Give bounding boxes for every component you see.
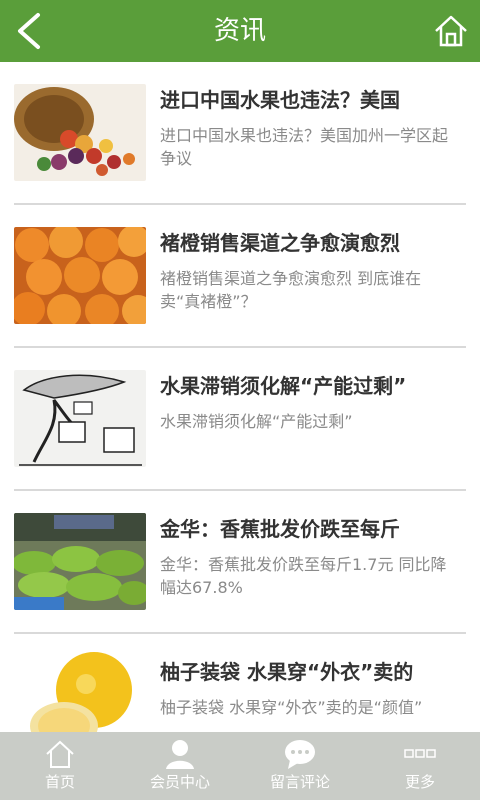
news-summary: 褚橙销售渠道之争愈演愈烈 到底谁在卖“真褚橙”？ [160,269,422,311]
news-title: 进口中国水果也违法？美国 [160,88,400,112]
page-title: 资讯 [213,16,266,46]
tab-label: 留言评论 [269,773,330,791]
tab-label: 会员中心 [149,773,210,791]
tab-comments[interactable]: 留言评论 [240,732,360,800]
news-item[interactable]: 柚子装袋 水果穿“外衣”卖的 柚子装袋 水果穿“外衣”卖的是“颜值” [0,634,480,732]
user-icon [164,738,196,770]
tab-more[interactable]: 更多 [360,732,480,800]
news-title: 柚子装袋 水果穿“外衣”卖的 [160,660,414,684]
news-item[interactable]: 金华：香蕉批发价跌至每斤 金华：香蕉批发价跌至每斤1.7元 同比降幅达67.8% [0,491,480,634]
chat-bubble-icon [284,738,316,770]
news-title: 水果滞销须化解“产能过剩” [160,374,407,398]
news-list: 进口中国水果也违法？美国 进口中国水果也违法？美国加州一学区起争议 褚橙销售渠道… [0,62,480,732]
news-item[interactable]: 褚橙销售渠道之争愈演愈烈 褚橙销售渠道之争愈演愈烈 到底谁在卖“真褚橙”？ [0,205,480,348]
oranges-image [14,227,146,324]
news-title: 褚橙销售渠道之争愈演愈烈 [160,231,400,255]
cartoon-tree-image [14,370,146,467]
news-summary: 金华：香蕉批发价跌至每斤1.7元 同比降幅达67.8% [160,555,447,597]
news-summary: 柚子装袋 水果穿“外衣”卖的是“颜值” [160,698,423,717]
home-icon [44,738,76,770]
tab-label: 更多 [404,773,435,791]
bananas-market-image [14,513,146,610]
tab-label: 首页 [44,773,75,791]
news-item[interactable]: 水果滞销须化解“产能过剩” 水果滞销须化解“产能过剩” [0,348,480,491]
tab-member-center[interactable]: 会员中心 [120,732,240,800]
news-item[interactable]: 进口中国水果也违法？美国 进口中国水果也违法？美国加州一学区起争议 [0,62,480,205]
news-summary: 进口中国水果也违法？美国加州一学区起争议 [160,126,449,168]
pomelo-image [26,648,136,732]
news-summary: 水果滞销须化解“产能过剩” [160,412,353,431]
fruit-basket-image [14,84,146,181]
app-header: 资讯 [0,0,480,62]
more-dots-icon [404,738,436,770]
bottom-tab-bar: 首页 会员中心 留言评论 更多 [0,732,480,800]
home-icon[interactable] [434,14,468,48]
tab-home[interactable]: 首页 [0,732,120,800]
news-title: 金华：香蕉批发价跌至每斤 [160,517,400,541]
